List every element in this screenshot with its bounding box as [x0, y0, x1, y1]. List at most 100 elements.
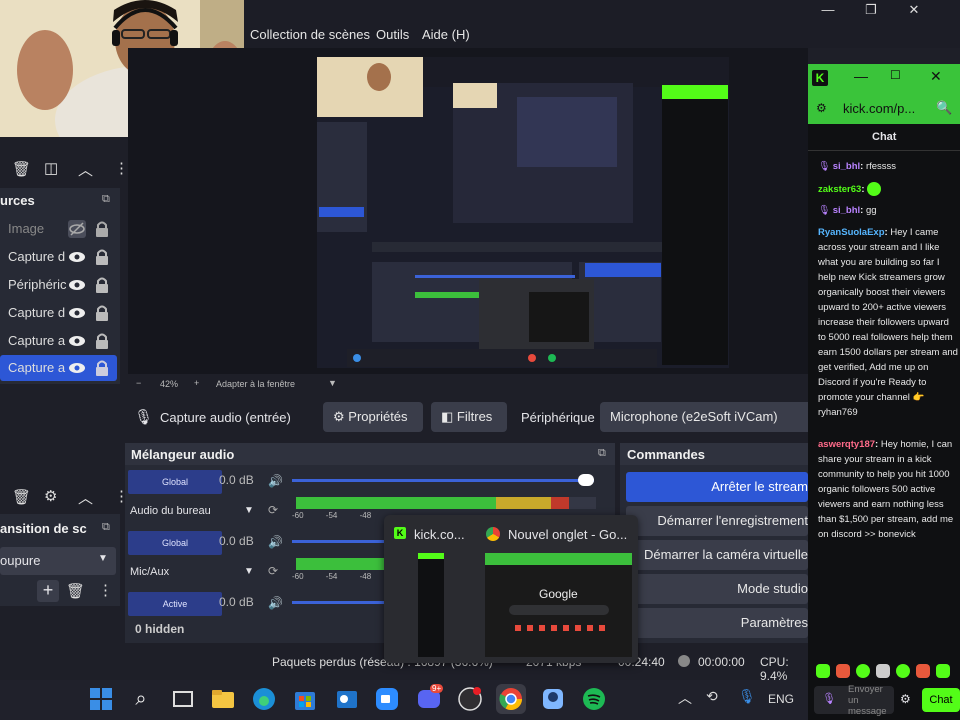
track-global-button[interactable]: Global [128, 531, 222, 555]
eye-icon[interactable] [68, 248, 86, 266]
close-button[interactable]: ✕ [894, 2, 934, 20]
eye-hidden-icon[interactable] [68, 220, 86, 238]
device-select[interactable]: Microphone (e2eSoft iVCam) [600, 402, 808, 432]
menu-tools[interactable]: Outils [376, 27, 409, 42]
emote-icon[interactable] [816, 664, 830, 678]
obs-icon[interactable] [455, 684, 485, 714]
chat-address-bar[interactable]: ⚙ kick.com/p... 🔍 [808, 94, 960, 124]
menu-help[interactable]: Aide (H) [422, 27, 470, 42]
zoom-fit-label[interactable]: Adapter à la fenêtre [216, 379, 295, 389]
lock-icon[interactable] [95, 332, 109, 350]
emote-icon[interactable] [916, 664, 930, 678]
app-icon[interactable] [538, 684, 568, 714]
chevron-up-icon[interactable]: ︿ [78, 487, 93, 508]
trash-icon[interactable]: 🗑 [12, 160, 31, 178]
volume-slider-handle[interactable] [578, 474, 594, 486]
menu-scene-collection[interactable]: Collection de scènes [250, 27, 370, 42]
more-icon[interactable]: ⋮ [98, 581, 113, 599]
chat-username[interactable]: aswerqty187 [818, 439, 875, 450]
track-global-button[interactable]: Global [128, 470, 222, 494]
settings-icon[interactable]: ⚙ [900, 692, 911, 706]
chat-input[interactable]: 🎙 Envoyer un message [814, 684, 894, 717]
undock-icon[interactable]: ⧉ [102, 521, 110, 534]
volume-icon[interactable]: 🔊 [268, 535, 283, 549]
source-item[interactable]: Image [0, 216, 118, 242]
volume-icon[interactable]: 🔊 [268, 474, 283, 488]
source-item[interactable]: Capture a [0, 328, 118, 354]
discord-icon[interactable]: 9+ [414, 684, 444, 714]
tray-chevron-icon[interactable]: ︿ [678, 688, 692, 708]
chat-username[interactable]: zakster63 [818, 184, 861, 195]
store-icon[interactable] [290, 684, 320, 714]
windows-start-icon[interactable] [86, 684, 116, 714]
trash-icon[interactable]: 🗑 [12, 488, 31, 506]
language-indicator[interactable]: ENG [768, 692, 794, 706]
gear-icon[interactable]: ⚙ [44, 487, 57, 505]
outlook-icon[interactable] [332, 684, 362, 714]
source-item[interactable]: Périphéric [0, 272, 118, 298]
minimize-button[interactable]: — [808, 2, 848, 20]
studio-mode-button[interactable]: Mode studio [626, 574, 808, 604]
edge-icon[interactable] [249, 684, 279, 714]
zoom-out-icon[interactable]: − [136, 378, 141, 388]
chat-url[interactable]: kick.com/p... [843, 101, 915, 116]
task-view-icon[interactable] [168, 684, 198, 714]
hidden-count[interactable]: 0 hidden [135, 622, 184, 636]
source-item-selected[interactable]: Capture a [0, 355, 117, 381]
spotify-icon[interactable] [579, 684, 609, 714]
chrome-window-thumbnail[interactable]: Google [485, 553, 632, 657]
site-info-icon[interactable]: ⚙ [816, 101, 827, 115]
taskbar-preview-popup[interactable]: K kick.co... Nouvel onglet - Go... Googl… [384, 515, 638, 663]
chevron-down-icon[interactable]: ▼ [328, 378, 337, 388]
eye-icon[interactable] [68, 332, 86, 350]
emote-bar[interactable] [814, 664, 960, 680]
lock-icon[interactable] [95, 248, 109, 266]
zoom-app-icon[interactable] [372, 684, 402, 714]
chrome-taskbar-icon[interactable] [496, 684, 526, 714]
filters-button[interactable]: ◧ Filtres [431, 402, 507, 432]
chrome-window-title[interactable]: Nouvel onglet - Go... [508, 527, 627, 542]
microphone-tray-icon[interactable]: 🎙 [738, 688, 756, 705]
emote-icon[interactable] [876, 664, 890, 678]
properties-button[interactable]: ⚙ Propriétés [323, 402, 423, 432]
lock-icon[interactable] [95, 359, 109, 377]
close-icon[interactable]: ✕ [930, 68, 942, 85]
lock-icon[interactable] [95, 276, 109, 294]
kick-window-thumbnail[interactable] [418, 553, 444, 657]
zoom-in-icon[interactable]: + [194, 378, 199, 388]
trash-icon[interactable]: 🗑 [66, 582, 85, 600]
lock-icon[interactable] [95, 304, 109, 322]
monitor-icon[interactable]: ⟳ [268, 503, 278, 517]
emote-icon[interactable] [936, 664, 950, 678]
volume-icon[interactable]: 🔊 [268, 596, 283, 610]
stop-stream-button[interactable]: Arrêter le stream [626, 472, 808, 502]
track-menu-icon[interactable]: ▼ [244, 566, 254, 577]
eye-icon[interactable] [68, 304, 86, 322]
emote-icon[interactable] [896, 664, 910, 678]
minimize-icon[interactable]: — [854, 68, 868, 84]
more-icon[interactable]: ⋮ [114, 159, 129, 177]
zoom-icon[interactable]: 🔍 [936, 100, 952, 116]
source-item[interactable]: Capture d [0, 300, 118, 326]
search-icon[interactable]: ⌕ [126, 684, 156, 714]
monitor-icon[interactable]: ⟳ [268, 564, 278, 578]
undock-icon[interactable]: ⧉ [598, 447, 606, 460]
track-active-button[interactable]: Active [128, 592, 222, 616]
volume-slider-track[interactable] [292, 601, 388, 604]
source-item[interactable]: Capture d [0, 244, 118, 270]
eye-icon[interactable] [68, 359, 86, 377]
chat-send-button[interactable]: Chat [922, 688, 960, 712]
volume-slider-track[interactable] [292, 479, 594, 482]
chat-username[interactable]: si_bhl [833, 161, 860, 172]
properties-icon[interactable]: ◫ [44, 159, 58, 177]
chevron-up-icon[interactable]: ︿ [78, 159, 93, 180]
maximize-button[interactable]: ❐ [851, 2, 891, 20]
eye-icon[interactable] [68, 276, 86, 294]
lock-icon[interactable] [95, 220, 109, 238]
settings-button[interactable]: Paramètres [626, 608, 808, 638]
sync-icon[interactable]: ⟲ [706, 688, 718, 705]
undock-icon[interactable]: ⧉ [102, 193, 110, 206]
file-explorer-icon[interactable] [208, 684, 238, 714]
kick-window-title[interactable]: kick.co... [414, 527, 465, 542]
add-icon[interactable]: + [37, 580, 59, 602]
